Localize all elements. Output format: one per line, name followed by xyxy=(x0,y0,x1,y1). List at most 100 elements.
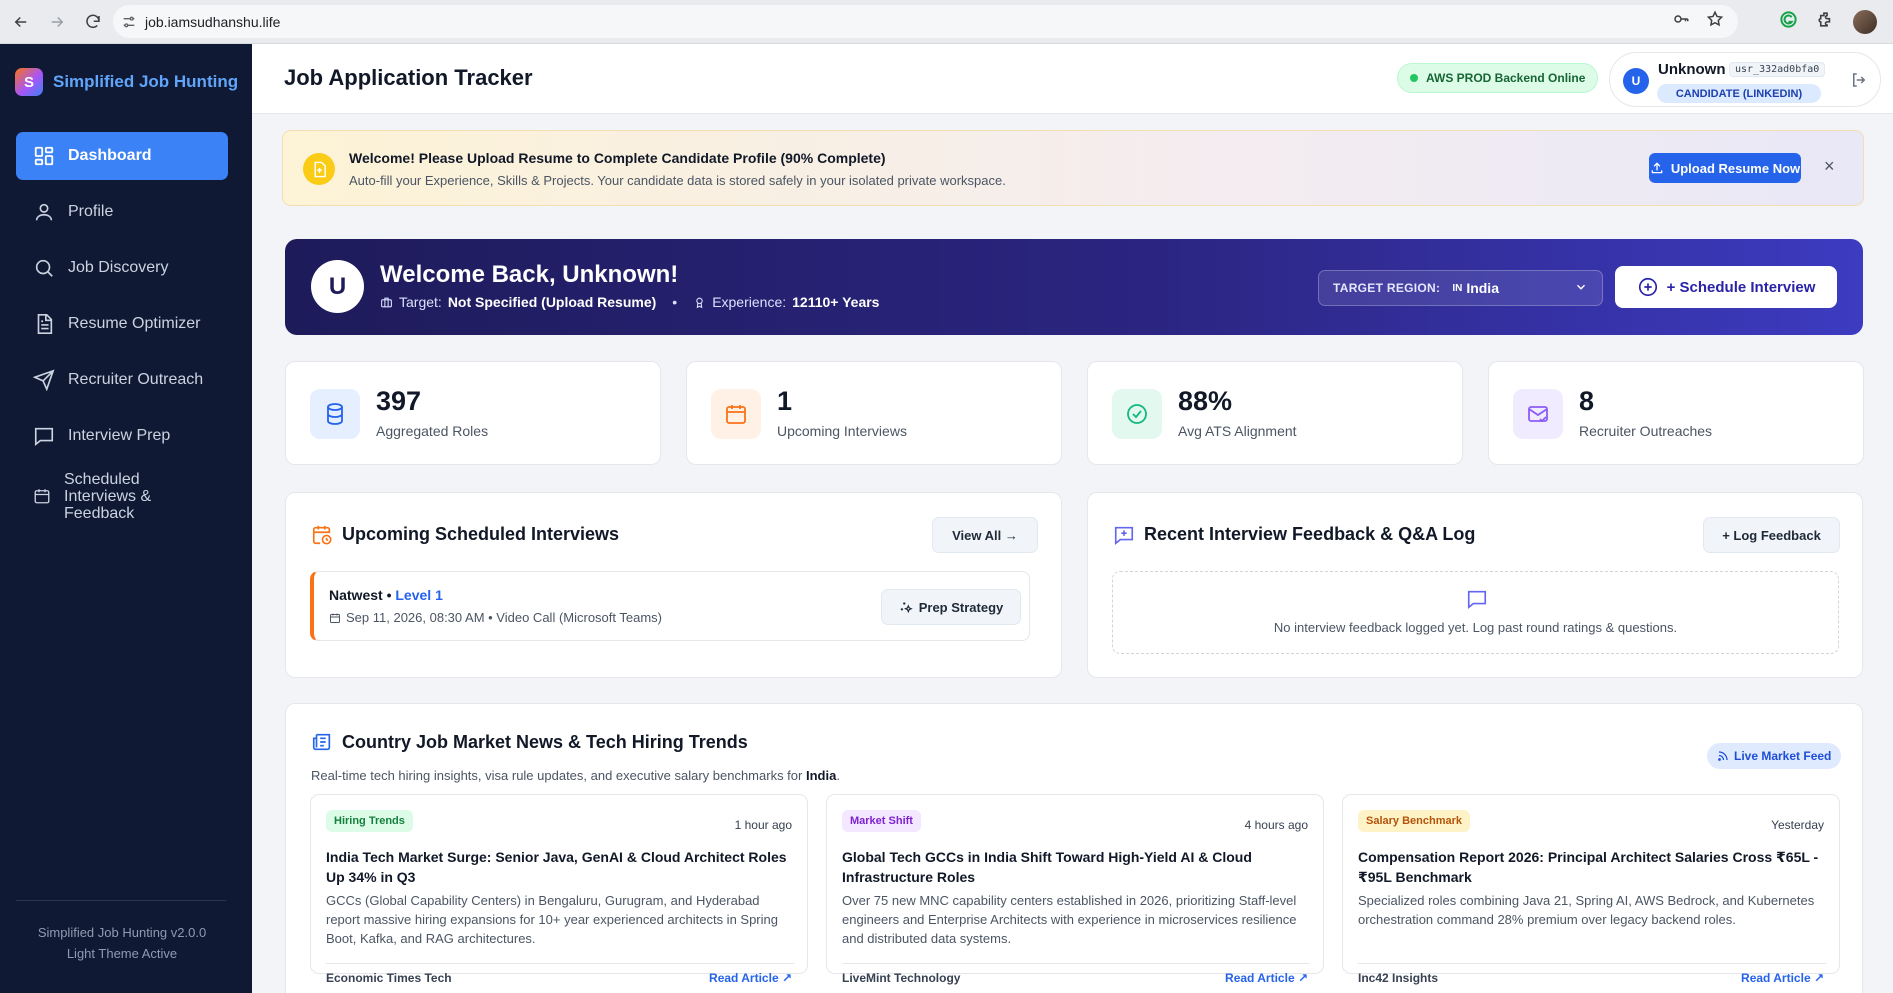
read-article-link[interactable]: Read Article ↗ xyxy=(1225,971,1308,985)
grammarly-icon[interactable] xyxy=(1779,10,1798,34)
stat-card-ats: 88% Avg ATS Alignment xyxy=(1087,361,1463,465)
news-country: India xyxy=(805,768,837,783)
sidebar-item-dashboard[interactable]: Dashboard xyxy=(16,132,228,180)
database-icon xyxy=(310,389,360,439)
search-icon xyxy=(35,259,53,277)
article-card[interactable]: Market Shift 4 hours ago Global Tech GCC… xyxy=(826,794,1324,985)
user-icon xyxy=(35,203,53,221)
schedule-interview-label: + Schedule Interview xyxy=(1666,278,1816,296)
award-icon xyxy=(696,297,703,308)
region-label: TARGET REGION: xyxy=(1333,281,1441,295)
sidebar-footer: Simplified Job Hunting v2.0.0 Light Them… xyxy=(0,922,244,964)
banner-title: Welcome! Please Upload Resume to Complet… xyxy=(349,150,886,166)
panel-title: Upcoming Scheduled Interviews xyxy=(342,524,620,544)
sidebar-item-label: Interview Prep xyxy=(68,427,171,444)
log-feedback-button[interactable]: + Log Feedback xyxy=(1703,517,1840,553)
article-divider xyxy=(842,963,1310,964)
extensions-icon[interactable] xyxy=(1816,10,1835,34)
briefcase-icon xyxy=(381,297,392,307)
calendar-icon xyxy=(330,613,340,623)
user-role-badge: CANDIDATE (LINKEDIN) xyxy=(1657,84,1821,103)
check-circle-icon xyxy=(1112,389,1162,439)
star-icon[interactable] xyxy=(1706,10,1724,33)
address-bar[interactable]: job.iamsudhanshu.life xyxy=(113,5,1738,38)
prep-strategy-button[interactable]: Prep Strategy xyxy=(881,589,1021,625)
article-source: Economic Times Tech xyxy=(326,971,452,985)
key-icon[interactable] xyxy=(1672,10,1690,33)
company-name: Natwest xyxy=(329,587,383,603)
banner-subtitle: Auto-fill your Experience, Skills & Proj… xyxy=(349,173,1006,188)
read-article-link[interactable]: Read Article ↗ xyxy=(1741,971,1824,985)
reload-icon[interactable] xyxy=(78,7,108,37)
stat-value: 1 xyxy=(777,386,793,416)
user-id: usr_332ad0bfa0 xyxy=(1729,62,1826,77)
send-icon xyxy=(33,369,55,391)
stat-card-outreach: 8 Recruiter Outreaches xyxy=(1488,361,1864,465)
article-time: 1 hour ago xyxy=(734,818,792,832)
file-upload-icon xyxy=(303,153,335,185)
article-card[interactable]: Salary Benchmark Yesterday Compensation … xyxy=(1342,794,1840,985)
article-time: 4 hours ago xyxy=(1244,818,1308,832)
calendar-clock-icon xyxy=(312,525,332,545)
top-header: Job Application Tracker AWS PROD Backend… xyxy=(252,44,1893,114)
user-menu[interactable]: U Unknown usr_332ad0bfa0 CANDIDATE (LINK… xyxy=(1609,52,1881,107)
logout-icon[interactable] xyxy=(1850,71,1868,94)
version-text: Simplified Job Hunting v2.0.0 xyxy=(37,925,207,940)
back-icon[interactable] xyxy=(6,7,36,37)
close-icon[interactable]: × xyxy=(1824,156,1835,177)
prep-strategy-label: Prep Strategy xyxy=(918,599,1004,615)
calendar-icon xyxy=(711,389,761,439)
url-text[interactable]: job.iamsudhanshu.life xyxy=(145,14,280,30)
interview-schedule: Sep 11, 2026, 08:30 AM • Video Call (Mic… xyxy=(329,610,662,625)
brand[interactable]: S Simplified Job Hunting xyxy=(15,68,238,96)
experience-value: 12110+ Years xyxy=(792,294,880,310)
interview-company: Natwest • Level 1 xyxy=(329,587,443,603)
sidebar-item-resume-optimizer[interactable]: Resume Optimizer xyxy=(16,300,228,348)
plus-circle-icon xyxy=(1638,277,1657,297)
sidebar-menu: Dashboard Profile Job Discovery Resume O… xyxy=(16,132,228,532)
upload-resume-label: Upload Resume Now xyxy=(1670,160,1801,176)
article-tag: Hiring Trends xyxy=(326,810,413,832)
rss-icon xyxy=(1718,751,1728,761)
sidebar-item-scheduled-interviews[interactable]: Scheduled Interviews & Feedback xyxy=(16,468,228,524)
profile-avatar[interactable] xyxy=(1853,10,1877,34)
upload-resume-banner: Welcome! Please Upload Resume to Complet… xyxy=(282,130,1864,206)
welcome-hero: U Welcome Back, Unknown! Target: Not Spe… xyxy=(285,239,1863,335)
sidebar-item-recruiter-outreach[interactable]: Recruiter Outreach xyxy=(16,356,228,404)
article-body: GCCs (Global Capability Centers) in Beng… xyxy=(326,893,778,946)
feedback-panel: Recent Interview Feedback & Q&A Log + Lo… xyxy=(1087,492,1863,678)
meta-separator: • xyxy=(672,294,678,310)
article-title: India Tech Market Surge: Senior Java, Ge… xyxy=(326,849,787,885)
target-value: Not Specified (Upload Resume) xyxy=(447,294,657,310)
article-divider xyxy=(1358,963,1826,964)
schedule-interview-button[interactable]: + Schedule Interview xyxy=(1615,266,1837,308)
interview-level: Level 1 xyxy=(395,587,443,603)
sidebar-item-job-discovery[interactable]: Job Discovery xyxy=(16,244,228,292)
panel-title: Country Job Market News & Tech Hiring Tr… xyxy=(342,732,748,752)
status-dot-icon xyxy=(1410,74,1418,82)
target-region-select[interactable]: TARGET REGION: IN India xyxy=(1318,270,1603,306)
sidebar-item-profile[interactable]: Profile xyxy=(16,188,228,236)
stat-label: Avg ATS Alignment xyxy=(1178,423,1297,439)
read-article-link[interactable]: Read Article ↗ xyxy=(709,971,792,985)
upload-icon xyxy=(1651,162,1663,174)
title-separator: • xyxy=(382,587,396,603)
sidebar-item-label: Recruiter Outreach xyxy=(68,371,204,388)
forward-icon[interactable] xyxy=(42,7,72,37)
site-settings-icon[interactable] xyxy=(113,14,145,30)
avatar: U xyxy=(1623,68,1649,94)
theme-text: Light Theme Active xyxy=(66,946,178,961)
article-title: Compensation Report 2026: Principal Arch… xyxy=(1358,849,1819,885)
newspaper-icon xyxy=(312,733,331,751)
view-all-button[interactable]: View All → xyxy=(932,517,1038,553)
interview-card[interactable]: Natwest • Level 1 Sep 11, 2026, 08:30 AM… xyxy=(310,571,1030,641)
article-card[interactable]: Hiring Trends 1 hour ago India Tech Mark… xyxy=(310,794,808,985)
upload-resume-button[interactable]: Upload Resume Now xyxy=(1649,153,1801,183)
market-news-panel: Country Job Market News & Tech Hiring Tr… xyxy=(285,703,1863,993)
sidebar-item-interview-prep[interactable]: Interview Prep xyxy=(16,412,228,460)
target-label: Target: xyxy=(399,294,442,310)
news-subtitle-text: Real-time tech hiring insights, visa rul… xyxy=(311,768,806,783)
sidebar-item-label: Profile xyxy=(68,203,114,220)
live-feed-badge[interactable]: Live Market Feed xyxy=(1707,743,1842,769)
mail-check-icon xyxy=(1513,389,1563,439)
